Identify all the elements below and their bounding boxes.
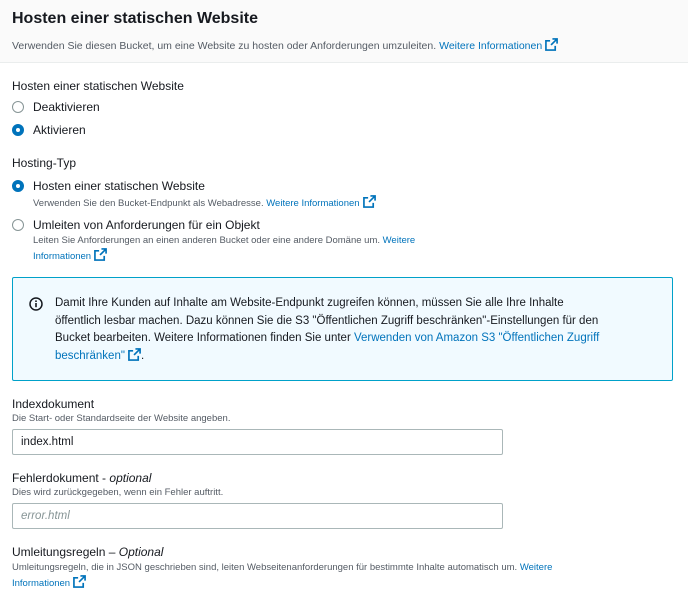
section-header: Hosten einer statischen Website Verwende… [0, 0, 688, 63]
info-alert-text: Damit Ihre Kunden auf Inhalte am Website… [55, 295, 652, 365]
info-line-3: Bucket bearbeiten. Weitere Informationen… [55, 332, 354, 344]
error-document-input[interactable] [12, 503, 503, 529]
info-alert: Damit Ihre Kunden auf Inhalte am Website… [12, 277, 673, 381]
redirect-rules-label: Umleitungsregeln – Optional [12, 545, 163, 559]
header-learn-more-label: Weitere Informationen [439, 40, 543, 52]
section-description-text: Verwenden Sie diesen Bucket, um eine Web… [12, 40, 437, 52]
error-document-label: Fehlerdokument - optional [12, 471, 152, 485]
index-document-label: Indexdokument [12, 397, 95, 411]
hosting-type-label: Hosting-Typ [12, 156, 77, 170]
external-link-icon [128, 347, 141, 361]
external-link-icon [545, 38, 559, 51]
redirect-rules-description: Umleitungsregeln, die in JSON geschriebe… [12, 561, 652, 591]
host-static-learn-more-link[interactable]: Weitere Informationen [266, 195, 376, 209]
radio-host-static-button[interactable] [12, 180, 24, 192]
external-link-icon [73, 575, 87, 588]
radio-redirect-button[interactable] [12, 219, 24, 231]
info-block-public-access-link-part1[interactable]: Verwenden von Amazon S3 "Öffentlichen Zu… [354, 332, 599, 344]
redirect-rules-learn-more-part2[interactable]: Informationen [12, 575, 87, 589]
external-link-icon [94, 248, 108, 261]
info-block-public-access-link-part2[interactable]: beschränken" [55, 347, 141, 362]
redirect-rules-learn-more-label: Informationen [12, 578, 71, 589]
section-title: Hosten einer statischen Website [12, 10, 258, 27]
radio-host-static-description: Verwenden Sie den Bucket-Endpunkt als We… [33, 195, 376, 211]
radio-enable[interactable]: Aktivieren [12, 122, 86, 138]
header-learn-more-link[interactable]: Weitere Informationen [439, 38, 559, 52]
redirect-rules-label-text: Umleitungsregeln – [12, 545, 119, 559]
radio-redirect-description: Leiten Sie Anforderungen an einen andere… [33, 234, 415, 264]
redirect-rules-description-text: Umleitungsregeln, die in JSON geschriebe… [12, 562, 518, 573]
index-document-description: Die Start- oder Standardseite der Websit… [12, 413, 231, 424]
redirect-rules-optional: Optional [118, 545, 164, 559]
info-line-2: öffentlich lesbar machen. Dazu können Si… [55, 314, 599, 327]
redirect-learn-more-link-part2[interactable]: Informationen [33, 248, 108, 262]
info-line-1: Damit Ihre Kunden auf Inhalte am Website… [55, 297, 564, 309]
radio-redirect-description-text: Leiten Sie Anforderungen an einen andere… [33, 235, 380, 246]
external-link-icon [362, 195, 376, 208]
radio-redirect-label: Umleiten von Anforderungen für ein Objek… [33, 218, 260, 232]
radio-host-static-description-text: Verwenden Sie den Bucket-Endpunkt als We… [33, 198, 264, 209]
redirect-rules-learn-more-part1[interactable]: Weitere [520, 562, 553, 573]
index-document-input[interactable] [12, 429, 503, 455]
radio-host-static-label: Hosten einer statischen Website [33, 179, 205, 193]
redirect-learn-more-link-part1[interactable]: Weitere [383, 235, 416, 246]
redirect-learn-more-label: Informationen [33, 251, 92, 262]
radio-disable-label: Deaktivieren [33, 100, 100, 114]
section-description: Verwenden Sie diesen Bucket, um eine Web… [12, 38, 676, 53]
error-document-optional: optional [109, 471, 152, 485]
static-hosting-label: Hosten einer statischen Website [12, 79, 184, 93]
error-document-description: Dies wird zurückgegeben, wenn ein Fehler… [12, 487, 224, 498]
info-line-4-end: . [140, 349, 145, 362]
radio-disable-button[interactable] [12, 101, 24, 113]
radio-host-static[interactable]: Hosten einer statischen Website Verwende… [12, 178, 376, 211]
radio-enable-label: Aktivieren [33, 123, 86, 137]
radio-redirect[interactable]: Umleiten von Anforderungen für ein Objek… [12, 217, 415, 264]
info-icon [29, 297, 43, 311]
info-block-public-access-label: beschränken" [55, 349, 125, 362]
error-document-label-text: Fehlerdokument [12, 471, 99, 485]
radio-enable-button[interactable] [12, 124, 24, 136]
radio-disable[interactable]: Deaktivieren [12, 99, 100, 115]
host-static-learn-more-label: Weitere Informationen [266, 198, 360, 209]
